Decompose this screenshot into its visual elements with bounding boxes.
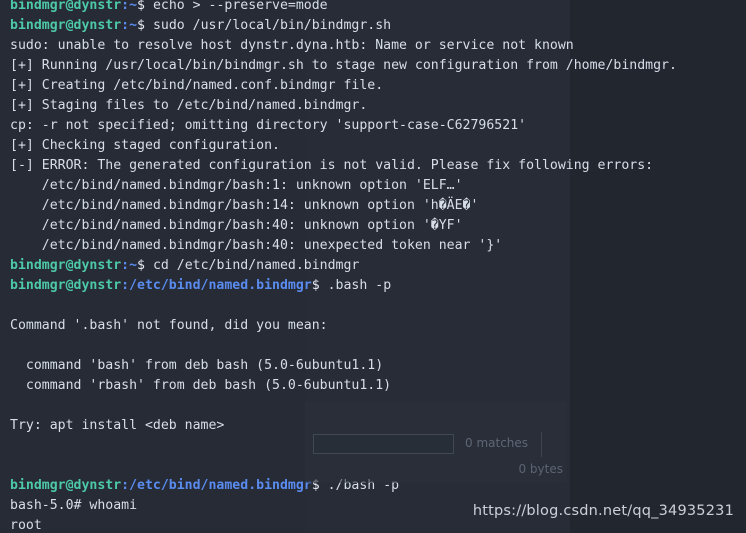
terminal-line: /etc/bind/named.bindmgr/bash:1: unknown … <box>10 178 463 193</box>
terminal-command-line: bindmgr@dynstr:~$ sudo /usr/local/bin/bi… <box>10 18 392 33</box>
overlay-divider <box>541 432 542 457</box>
terminal-line: [+] Checking staged configuration. <box>10 138 280 153</box>
csdn-watermark: https://blog.csdn.net/qq_34935231 <box>472 503 734 519</box>
terminal-line: [+] Creating /etc/bind/named.conf.bindmg… <box>10 78 384 93</box>
terminal-command-line: bindmgr@dynstr:~$ echo > --preserve=mode <box>10 0 328 13</box>
bytes-row: 0 bytes <box>305 457 567 483</box>
search-input[interactable] <box>313 434 454 454</box>
terminal-line: command 'rbash' from deb bash (5.0-6ubun… <box>10 378 392 393</box>
terminal-line: [+] Staging files to /etc/bind/named.bin… <box>10 98 368 113</box>
terminal-line: command 'bash' from deb bash (5.0-6ubunt… <box>10 358 384 373</box>
bytes-label: 0 bytes <box>518 462 563 476</box>
search-overlay-panel[interactable]: 0 matches 0 bytes <box>305 402 567 483</box>
terminal-line: [+] Running /usr/local/bin/bindmgr.sh to… <box>10 58 677 73</box>
terminal-command-line: bindmgr@dynstr:~$ cd /etc/bind/named.bin… <box>10 258 360 273</box>
terminal-line: /etc/bind/named.bindmgr/bash:40: unexpec… <box>10 238 503 253</box>
terminal-line: sudo: unable to resolve host dynstr.dyna… <box>10 38 574 53</box>
terminal-line: /etc/bind/named.bindmgr/bash:14: unknown… <box>10 198 479 213</box>
terminal-window: -rw-rw-r-- 1 bindmgr bindmgr 0 Oct 25 19… <box>0 0 746 533</box>
terminal-line: /etc/bind/named.bindmgr/bash:40: unknown… <box>10 218 463 233</box>
search-row: 0 matches <box>305 432 567 457</box>
terminal-line: [-] ERROR: The generated configuration i… <box>10 158 654 173</box>
terminal-line: Command '.bash' not found, did you mean: <box>10 318 328 333</box>
terminal-command-line: bindmgr@dynstr:/etc/bind/named.bindmgr$ … <box>10 278 392 293</box>
match-count-label: 0 matches <box>465 436 529 450</box>
terminal-line: cp: -r not specified; omitting directory… <box>10 118 527 133</box>
